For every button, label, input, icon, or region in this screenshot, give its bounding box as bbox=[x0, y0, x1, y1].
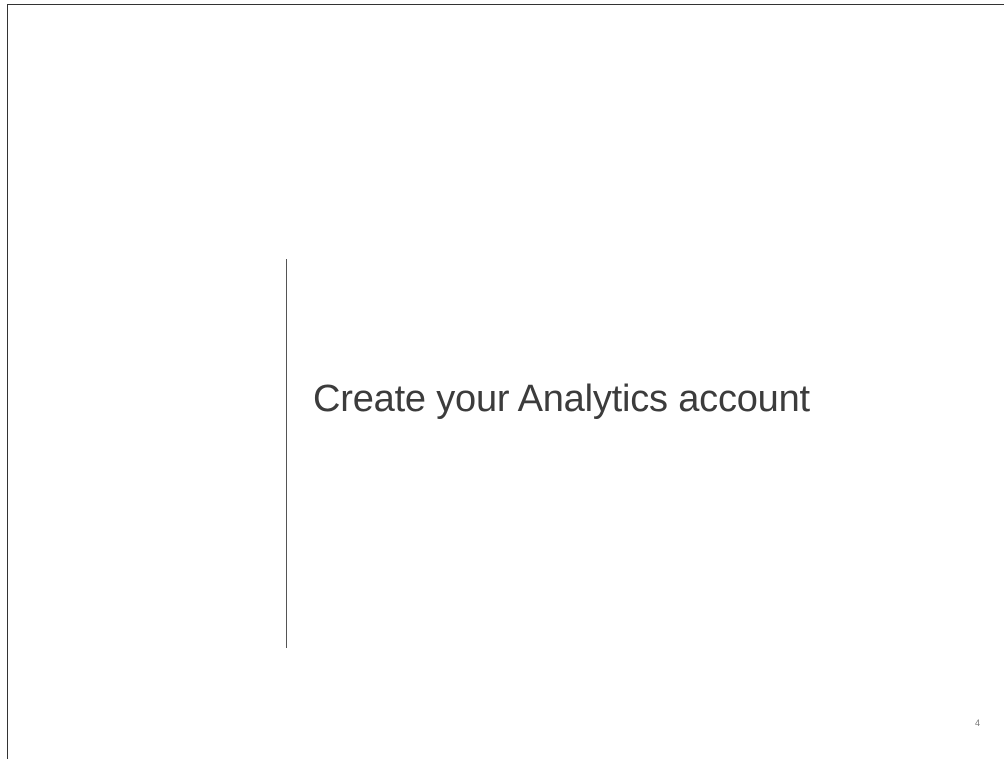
frame-top-border bbox=[7, 4, 1004, 5]
page-number: 4 bbox=[975, 718, 981, 728]
slide: Create your Analytics account 4 bbox=[0, 0, 1004, 759]
slide-title: Create your Analytics account bbox=[313, 378, 810, 420]
frame-left-border bbox=[7, 4, 8, 759]
vertical-divider bbox=[286, 259, 287, 648]
